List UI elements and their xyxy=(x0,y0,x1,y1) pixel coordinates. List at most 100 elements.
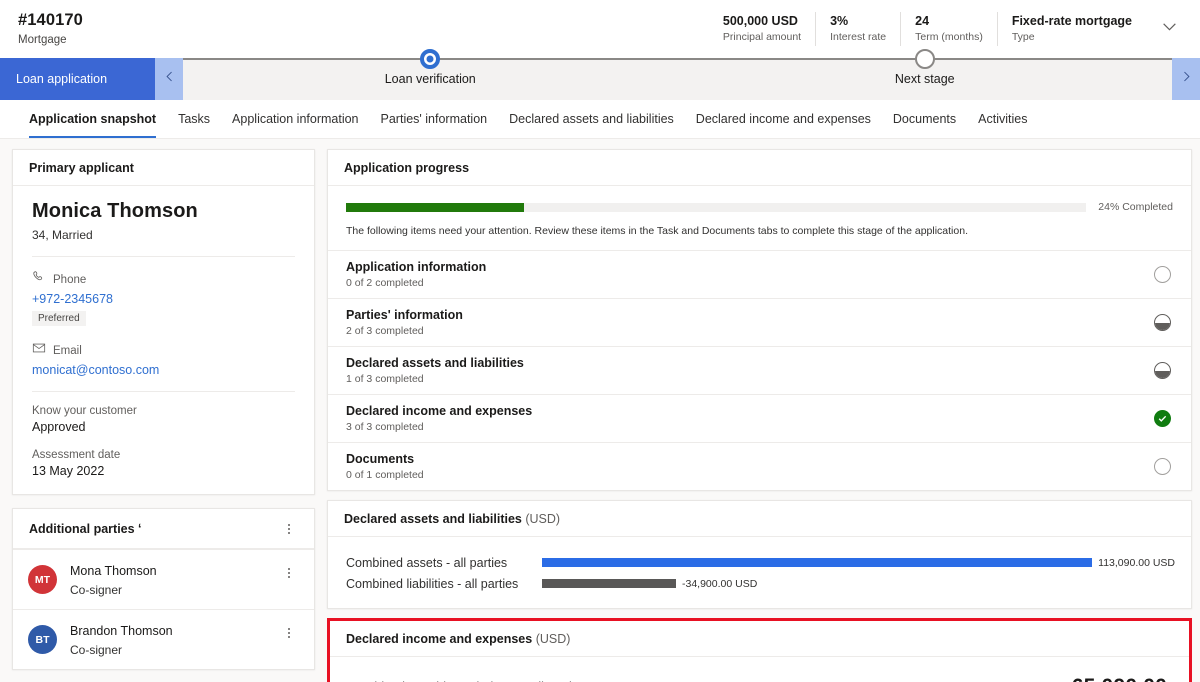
declared-income-card-header: Declared income and expenses (USD) xyxy=(330,621,1189,657)
chart-bar-wrap: 113,090.00 USD xyxy=(542,557,1175,569)
assessment-date-label: Assessment date xyxy=(32,449,121,461)
progress-item-declared-income-and-expenses[interactable]: Declared income and expenses 3 of 3 comp… xyxy=(328,394,1191,442)
chart-bar-wrap: -34,900.00 USD xyxy=(542,578,1175,590)
list-item[interactable]: MT Mona Thomson Co-signer xyxy=(13,549,314,609)
stage-forward-button[interactable] xyxy=(1172,58,1200,100)
tab-label: Application snapshot xyxy=(29,112,157,126)
fact-value: Fixed-rate mortgage xyxy=(1011,13,1132,28)
avatar: BT xyxy=(28,625,57,654)
progress-item-title: Application information xyxy=(346,260,487,274)
tab-label: Documents xyxy=(892,112,957,126)
card-title: Application progress xyxy=(344,161,470,175)
progress-item-title: Parties' information xyxy=(346,308,463,322)
stage-item-label: Next stage xyxy=(894,72,955,86)
progress-item-parties-information[interactable]: Parties' information 2 of 3 completed xyxy=(328,298,1191,346)
avatar: MT xyxy=(28,565,57,594)
chart-bar-value: 113,090.00 USD xyxy=(1098,556,1175,569)
app-header: #140170 Mortgage 500,000 USD Principal a… xyxy=(0,0,1200,58)
header-identity: #140170 Mortgage xyxy=(18,10,83,47)
progress-item-title: Declared assets and liabilities xyxy=(346,356,524,370)
primary-applicant-body: Monica Thomson 34, Married Phone +972-23… xyxy=(13,186,314,494)
income-summary-row: Combined monthly net balance - all parti… xyxy=(330,657,1189,682)
income-row-value: 65,090.00 xyxy=(1072,675,1167,682)
tab-bar: Application snapshot Tasks Application i… xyxy=(0,100,1200,139)
tab-parties-information[interactable]: Parties' information xyxy=(370,100,499,138)
progress-item-documents[interactable]: Documents 0 of 1 completed xyxy=(328,442,1191,490)
progress-note: The following items need your attention.… xyxy=(346,225,968,237)
stage-current-loan-application[interactable]: Loan application xyxy=(0,58,155,100)
chevron-right-icon xyxy=(1180,70,1193,88)
tab-application-information[interactable]: Application information xyxy=(221,100,369,138)
page-body: Primary applicant Monica Thomson 34, Mar… xyxy=(0,139,1200,682)
card-title: Primary applicant xyxy=(29,161,134,175)
progress-item-sub: 2 of 3 completed xyxy=(346,325,424,337)
primary-applicant-card: Primary applicant Monica Thomson 34, Mar… xyxy=(12,149,315,495)
progress-item-text: Documents 0 of 1 completed xyxy=(346,452,424,481)
fact-value: 3% xyxy=(830,13,849,28)
progress-fill xyxy=(346,202,524,212)
primary-applicant-card-header: Primary applicant xyxy=(13,150,314,186)
email-value-link[interactable]: monicat@contoso.com xyxy=(32,363,295,377)
page-subtitle: Mortgage xyxy=(18,33,67,46)
stage-back-button[interactable] xyxy=(155,58,183,100)
chevron-left-icon xyxy=(163,70,176,88)
phone-value-link[interactable]: +972-2345678 xyxy=(32,292,295,306)
progress-item-title: Declared income and expenses xyxy=(346,404,533,418)
status-empty-circle-icon xyxy=(1154,458,1171,475)
stage-item-next-stage[interactable]: Next stage xyxy=(678,49,1173,100)
tab-label: Declared assets and liabilities xyxy=(509,112,674,126)
phone-preferred-badge: Preferred xyxy=(32,311,86,326)
more-options-icon[interactable] xyxy=(280,624,298,642)
stage-item-loan-verification[interactable]: Loan verification xyxy=(183,49,678,100)
progress-summary: 24% Completed The following items need y… xyxy=(328,186,1191,250)
header-expand-button[interactable] xyxy=(1152,12,1186,46)
tab-label: Declared income and expenses xyxy=(695,112,871,126)
assessment-date-value: 13 May 2022 xyxy=(32,464,105,478)
progress-item-application-information[interactable]: Application information 0 of 2 completed xyxy=(328,250,1191,298)
header-facts: 500,000 USD Principal amount 3% Interest… xyxy=(709,11,1186,46)
chart-row-label: Combined liabilities - all parties xyxy=(346,576,519,591)
email-icon xyxy=(32,341,46,360)
party-role: Co-signer xyxy=(70,643,123,657)
fact-term-months: 24 Term (months) xyxy=(900,11,997,46)
divider xyxy=(32,391,295,392)
kyc-value: Approved xyxy=(32,420,86,434)
email-field-header: Email xyxy=(32,341,295,360)
more-options-icon[interactable] xyxy=(280,520,298,538)
additional-parties-card-header: Additional parties ʻ xyxy=(13,509,314,549)
progress-item-declared-assets-and-liabilities[interactable]: Declared assets and liabilities 1 of 3 c… xyxy=(328,346,1191,394)
phone-label: Phone xyxy=(53,273,87,286)
card-title-wrap: Declared assets and liabilities (USD) xyxy=(344,512,560,526)
tab-documents[interactable]: Documents xyxy=(882,100,967,138)
progress-item-text: Parties' information 2 of 3 completed xyxy=(346,308,463,337)
fact-type: Fixed-rate mortgage Type xyxy=(996,11,1146,46)
card-unit: (USD) xyxy=(525,512,561,526)
stage-track: Loan verification Next stage xyxy=(183,49,1173,100)
progress-item-title: Documents xyxy=(346,452,415,466)
card-title: Declared assets and liabilities xyxy=(344,512,522,526)
chart-row-label: Combined assets - all parties xyxy=(346,555,508,570)
status-completed-check-icon xyxy=(1154,410,1171,427)
tab-tasks[interactable]: Tasks xyxy=(167,100,221,138)
declared-income-expenses-card: Declared income and expenses (USD) Combi… xyxy=(327,618,1192,682)
party-name: Brandon Thomson xyxy=(70,624,173,638)
application-progress-card-header: Application progress xyxy=(328,150,1191,186)
left-column: Primary applicant Monica Thomson 34, Mar… xyxy=(12,149,315,682)
progress-bar-row: 24% Completed xyxy=(346,201,1173,213)
chart-bar-value: -34,900.00 USD xyxy=(682,577,758,590)
applicant-name: Monica Thomson xyxy=(32,200,198,222)
tab-application-snapshot[interactable]: Application snapshot xyxy=(18,100,167,138)
tab-declared-income-and-expenses[interactable]: Declared income and expenses xyxy=(685,100,882,138)
card-unit: (USD) xyxy=(535,632,571,646)
list-item[interactable]: BT Brandon Thomson Co-signer xyxy=(13,609,314,669)
tab-declared-assets-and-liabilities[interactable]: Declared assets and liabilities xyxy=(498,100,685,138)
progress-item-sub: 3 of 3 completed xyxy=(346,421,424,433)
tab-activities[interactable]: Activities xyxy=(967,100,1038,138)
card-title-wrap: Declared income and expenses (USD) xyxy=(346,632,570,646)
tab-label: Tasks xyxy=(178,112,211,126)
chevron-down-icon xyxy=(1161,18,1178,40)
more-options-icon[interactable] xyxy=(280,564,298,582)
progress-item-sub: 0 of 1 completed xyxy=(346,469,424,481)
progress-percent-label: 24% Completed xyxy=(1098,201,1173,213)
